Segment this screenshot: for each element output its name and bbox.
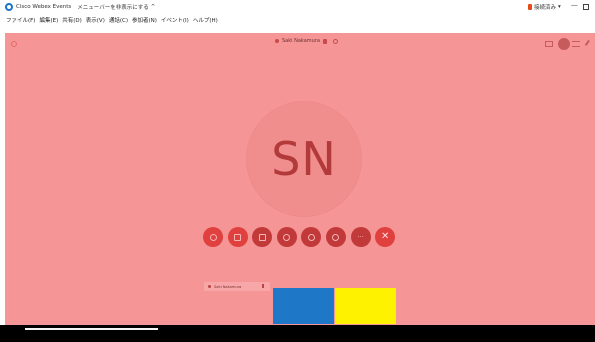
- pin-icon[interactable]: [584, 39, 594, 49]
- signal-icon: [332, 38, 338, 44]
- menu-icon[interactable]: [572, 41, 580, 47]
- active-speaker-label: Saki Nakamura: [275, 38, 338, 44]
- participants-button[interactable]: [301, 227, 322, 247]
- participant-avatar: SN: [246, 101, 362, 217]
- user-icon: [275, 39, 279, 43]
- self-view-name: Saki Nakamura: [214, 284, 242, 289]
- overlay-blue-block: [273, 288, 334, 324]
- view-toggle-icon[interactable]: [558, 38, 570, 50]
- active-speaker-name: Saki Nakamura: [282, 38, 320, 44]
- video-off-icon: [234, 233, 242, 241]
- menu-edit[interactable]: 編集(E): [39, 16, 58, 24]
- overlay-yellow-block: [335, 288, 396, 324]
- leave-button[interactable]: ✕: [375, 227, 396, 247]
- chat-button[interactable]: [325, 227, 346, 247]
- menu-share[interactable]: 共有(D): [62, 16, 82, 24]
- self-view-name-tag: Saki Nakamura: [204, 282, 270, 291]
- info-icon[interactable]: [11, 41, 17, 47]
- hide-menubar-link[interactable]: メニューバーを非表示にする: [77, 3, 149, 11]
- mute-button[interactable]: [203, 227, 223, 247]
- menu-event[interactable]: イベント(I): [161, 16, 189, 24]
- layout-icon[interactable]: [545, 41, 553, 47]
- chevron-down-icon: ▾: [558, 4, 561, 10]
- close-icon: ✕: [380, 231, 390, 242]
- microphone-muted-icon: [322, 38, 327, 44]
- menu-participants[interactable]: 参加者(N): [132, 16, 157, 24]
- menu-communicate[interactable]: 通話(C): [109, 16, 128, 24]
- menu-file[interactable]: ファイル(F): [6, 16, 35, 24]
- minimize-button[interactable]: —: [571, 1, 578, 9]
- webex-logo-icon: [5, 3, 13, 11]
- app-title: Cisco Webex Events: [16, 4, 72, 10]
- record-icon: [283, 233, 291, 241]
- menu-help[interactable]: ヘルプ(H): [193, 16, 218, 24]
- taskbar-bar: [25, 328, 158, 330]
- more-options-button[interactable]: ···: [350, 227, 371, 247]
- microphone-muted-icon: [262, 284, 264, 288]
- chevron-up-icon[interactable]: ^: [151, 4, 156, 10]
- stop-video-button[interactable]: [227, 227, 248, 247]
- connection-status-label: 接続済み: [534, 5, 557, 11]
- participants-icon: [307, 233, 315, 241]
- share-screen-icon: [258, 233, 266, 241]
- meeting-stage: Saki Nakamura SN: [5, 33, 595, 325]
- meeting-controls: ··· ✕: [203, 227, 400, 249]
- connection-icon: [528, 4, 532, 10]
- menu-view[interactable]: 表示(V): [86, 16, 105, 24]
- share-button[interactable]: [252, 227, 273, 247]
- user-icon: [208, 285, 211, 288]
- menu-bar: ファイル(F) 編集(E) 共有(D) 表示(V) 通話(C) 参加者(N) イ…: [0, 14, 595, 26]
- microphone-muted-icon: [209, 233, 217, 241]
- connection-status[interactable]: 接続済み ▾: [528, 3, 561, 11]
- title-bar: Cisco Webex Events メニューバーを非表示にする ^ 接続済み …: [0, 0, 595, 14]
- chat-icon: [332, 233, 340, 241]
- record-button[interactable]: [276, 227, 297, 247]
- avatar-initials: SN: [271, 132, 337, 186]
- more-icon: ···: [357, 232, 364, 241]
- maximize-button[interactable]: [583, 4, 589, 10]
